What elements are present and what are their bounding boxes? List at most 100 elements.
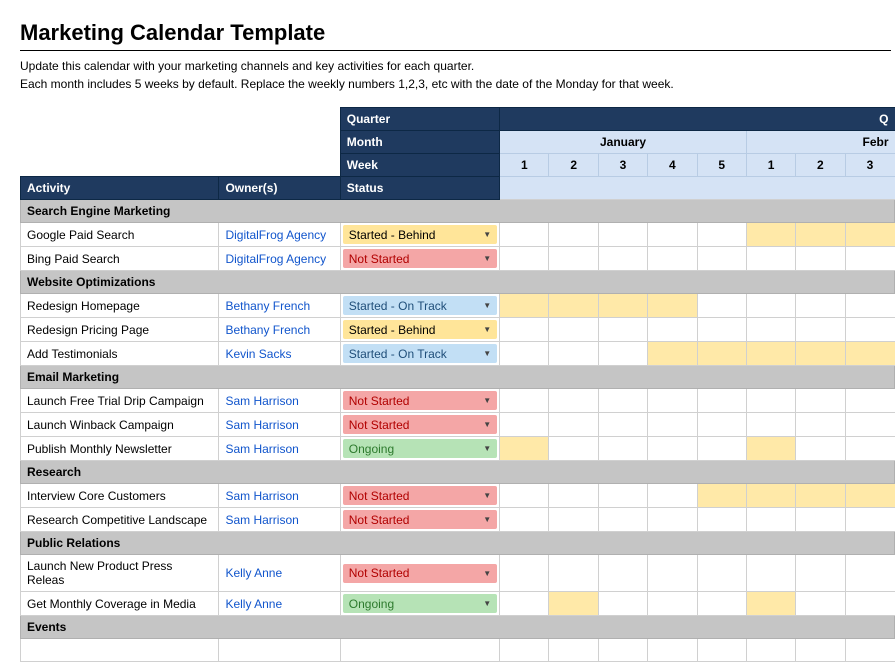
cell-week[interactable] <box>796 294 845 318</box>
cell-week[interactable] <box>598 508 647 532</box>
cell-owner[interactable]: Bethany French <box>219 294 340 318</box>
cell-week[interactable] <box>746 592 795 616</box>
cell-activity[interactable]: Publish Monthly Newsletter <box>21 437 219 461</box>
cell-activity[interactable]: Launch New Product Press Releas <box>21 555 219 592</box>
cell-week[interactable] <box>500 555 549 592</box>
cell-week[interactable] <box>648 342 697 366</box>
cell-week[interactable] <box>697 508 746 532</box>
cell-week[interactable] <box>845 247 894 271</box>
cell-week[interactable] <box>500 484 549 508</box>
cell-status[interactable]: Started - On Track▼ <box>340 294 499 318</box>
header-status[interactable]: Status <box>340 177 499 200</box>
cell-week[interactable] <box>697 318 746 342</box>
cell-activity[interactable]: Add Testimonials <box>21 342 219 366</box>
header-week-num[interactable]: 2 <box>549 154 598 177</box>
cell-week[interactable] <box>746 247 795 271</box>
cell-week[interactable] <box>845 223 894 247</box>
status-select[interactable]: Started - Behind▼ <box>343 320 497 339</box>
cell-week[interactable] <box>598 247 647 271</box>
header-week[interactable]: Week <box>340 154 499 177</box>
cell-week[interactable] <box>697 413 746 437</box>
cell-week[interactable] <box>746 342 795 366</box>
cell-owner[interactable] <box>219 639 340 662</box>
cell-week[interactable] <box>697 555 746 592</box>
cell-week[interactable] <box>746 508 795 532</box>
status-select[interactable]: Not Started▼ <box>343 249 497 268</box>
cell-status[interactable]: Started - Behind▼ <box>340 318 499 342</box>
cell-week[interactable] <box>549 389 598 413</box>
cell-week[interactable] <box>697 592 746 616</box>
cell-week[interactable] <box>845 437 894 461</box>
cell-week[interactable] <box>598 389 647 413</box>
cell-week[interactable] <box>500 318 549 342</box>
cell-week[interactable] <box>648 247 697 271</box>
cell-owner[interactable]: Kelly Anne <box>219 555 340 592</box>
cell-week[interactable] <box>598 555 647 592</box>
cell-week[interactable] <box>549 413 598 437</box>
cell-owner[interactable]: Sam Harrison <box>219 389 340 413</box>
cell-week[interactable] <box>746 484 795 508</box>
cell-week[interactable] <box>500 508 549 532</box>
status-select[interactable]: Not Started▼ <box>343 564 497 583</box>
cell-week[interactable] <box>648 318 697 342</box>
cell-week[interactable] <box>648 413 697 437</box>
cell-week[interactable] <box>746 413 795 437</box>
cell-week[interactable] <box>746 639 795 662</box>
cell-week[interactable] <box>845 555 894 592</box>
cell-week[interactable] <box>549 639 598 662</box>
cell-week[interactable] <box>598 437 647 461</box>
cell-week[interactable] <box>746 294 795 318</box>
cell-week[interactable] <box>845 294 894 318</box>
cell-week[interactable] <box>648 294 697 318</box>
status-select[interactable]: Not Started▼ <box>343 391 497 410</box>
cell-week[interactable] <box>648 555 697 592</box>
cell-week[interactable] <box>549 294 598 318</box>
header-week-num[interactable]: 3 <box>598 154 647 177</box>
cell-owner[interactable]: Sam Harrison <box>219 413 340 437</box>
cell-week[interactable] <box>746 389 795 413</box>
cell-activity[interactable]: Launch Free Trial Drip Campaign <box>21 389 219 413</box>
cell-status[interactable]: Started - On Track▼ <box>340 342 499 366</box>
status-select[interactable]: Started - Behind▼ <box>343 225 497 244</box>
status-select[interactable]: Started - On Track▼ <box>343 344 497 363</box>
cell-week[interactable] <box>697 389 746 413</box>
header-month[interactable]: Month <box>340 131 499 154</box>
section-header[interactable]: Email Marketing <box>21 366 895 389</box>
cell-week[interactable] <box>500 223 549 247</box>
cell-week[interactable] <box>549 508 598 532</box>
cell-week[interactable] <box>549 342 598 366</box>
cell-status[interactable]: Not Started▼ <box>340 555 499 592</box>
cell-week[interactable] <box>549 318 598 342</box>
cell-owner[interactable]: Sam Harrison <box>219 484 340 508</box>
cell-week[interactable] <box>648 484 697 508</box>
cell-week[interactable] <box>598 318 647 342</box>
cell-week[interactable] <box>598 413 647 437</box>
cell-week[interactable] <box>845 484 894 508</box>
cell-activity[interactable]: Bing Paid Search <box>21 247 219 271</box>
header-owner[interactable]: Owner(s) <box>219 177 340 200</box>
cell-week[interactable] <box>845 342 894 366</box>
cell-week[interactable] <box>796 555 845 592</box>
cell-week[interactable] <box>648 592 697 616</box>
cell-week[interactable] <box>845 592 894 616</box>
status-select[interactable]: Started - On Track▼ <box>343 296 497 315</box>
cell-week[interactable] <box>549 223 598 247</box>
cell-week[interactable] <box>500 592 549 616</box>
cell-status[interactable]: Not Started▼ <box>340 413 499 437</box>
cell-status[interactable]: Not Started▼ <box>340 247 499 271</box>
cell-week[interactable] <box>845 508 894 532</box>
cell-week[interactable] <box>648 437 697 461</box>
cell-activity[interactable] <box>21 639 219 662</box>
header-quarter[interactable]: Quarter <box>340 108 499 131</box>
cell-week[interactable] <box>549 592 598 616</box>
cell-owner[interactable]: Sam Harrison <box>219 508 340 532</box>
cell-week[interactable] <box>746 223 795 247</box>
cell-week[interactable] <box>598 484 647 508</box>
cell-week[interactable] <box>746 555 795 592</box>
header-week-num[interactable]: 4 <box>648 154 697 177</box>
cell-week[interactable] <box>648 223 697 247</box>
cell-week[interactable] <box>697 437 746 461</box>
cell-week[interactable] <box>796 508 845 532</box>
header-week-num[interactable]: 1 <box>746 154 795 177</box>
cell-week[interactable] <box>697 639 746 662</box>
